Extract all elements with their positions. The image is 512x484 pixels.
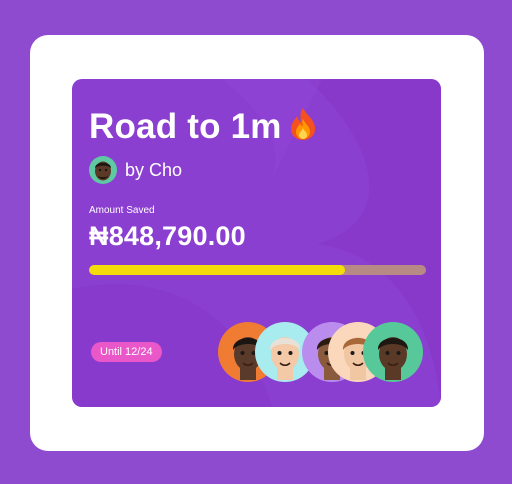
creator-avatar[interactable] [89,156,117,184]
savings-progress-fill [89,265,346,275]
savings-progress-bar [89,265,426,275]
member-avatars[interactable] [218,322,428,382]
savings-title: Road to 1m [89,107,318,150]
fire-icon [288,107,318,150]
amount-value: ₦848,790.00 [89,221,246,251]
creator-byline[interactable]: by Cho [89,156,182,184]
amount-label: Amount Saved [89,205,155,216]
creator-name: by Cho [125,159,183,180]
deadline-badge: Until 12/24 [91,342,162,362]
savings-card[interactable]: Road to 1m by Cho Amount Saved ₦848,790.… [72,79,441,407]
member-avatar-5[interactable] [363,322,423,382]
title-text: Road to 1m [89,107,282,146]
